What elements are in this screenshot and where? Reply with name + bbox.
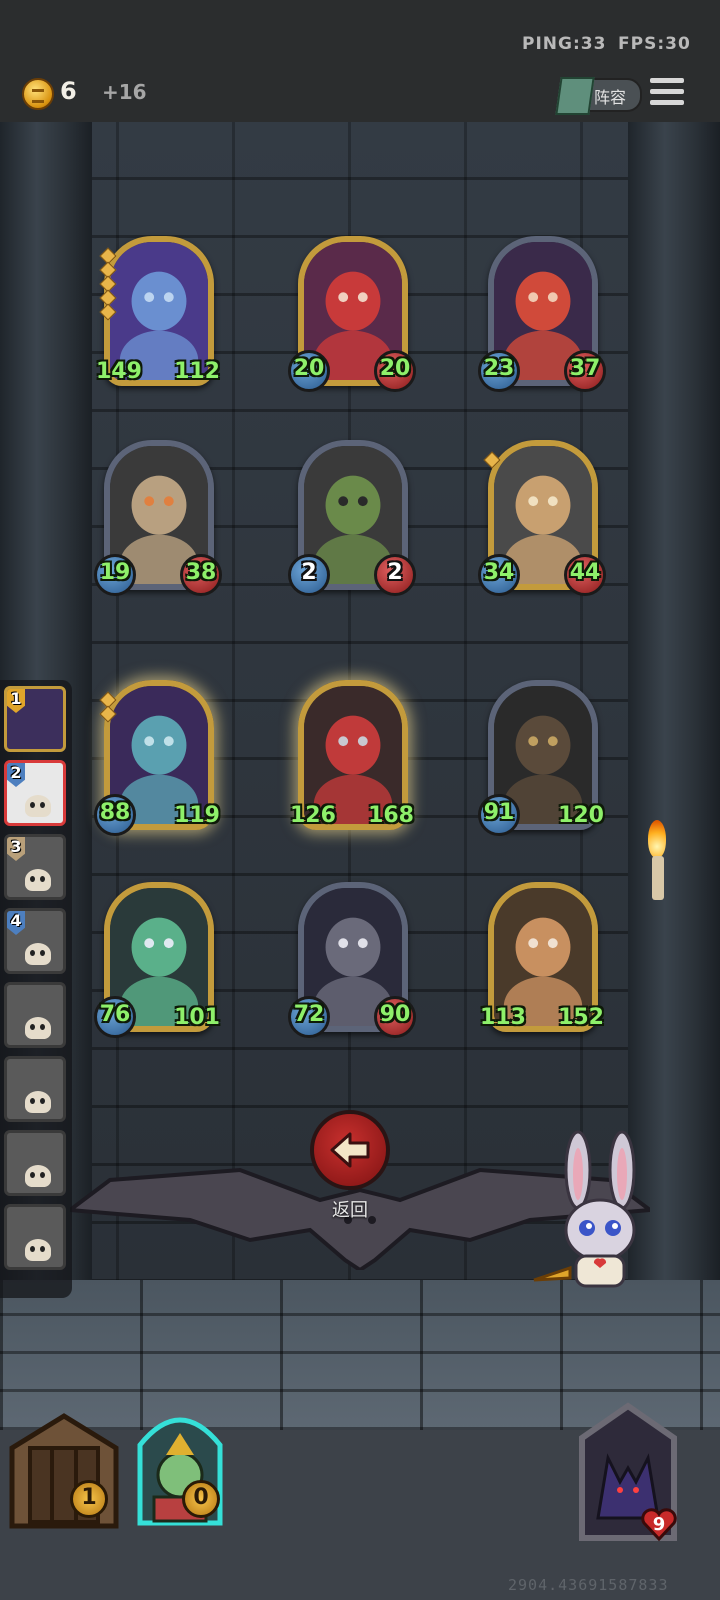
minion-card[interactable]: 19 38: [94, 440, 222, 596]
right-pillar: [628, 122, 720, 1282]
attack-stat: 113: [480, 1005, 526, 1030]
health-stat: 119: [174, 803, 220, 828]
coin-income: +16: [102, 80, 147, 104]
book-icon: [555, 77, 595, 115]
health-stat: 38: [180, 554, 222, 596]
minion-card[interactable]: 22: [288, 440, 416, 596]
return-label: 返回: [332, 1200, 368, 1221]
attack-stat: 2: [288, 554, 330, 596]
player-slot[interactable]: [4, 1056, 66, 1122]
health-stat: 168: [368, 803, 414, 828]
hero-portrait-icon[interactable]: [130, 1405, 230, 1535]
health-stat: 152: [558, 1005, 604, 1030]
skull-icon: [25, 1239, 51, 1261]
player-slot[interactable]: 3: [4, 834, 66, 900]
player-slot[interactable]: 2: [4, 760, 66, 826]
torch-icon: [642, 820, 672, 900]
health-stat: 37: [564, 350, 606, 392]
menu-bar-icon: [650, 78, 684, 83]
health-stat: 20: [374, 350, 416, 392]
coin-icon: [22, 78, 54, 110]
skull-icon: [25, 869, 51, 891]
skull-icon: [25, 1165, 51, 1187]
player-rank: 4: [7, 911, 25, 935]
tavern-tier-badge: 1: [70, 1480, 108, 1518]
health-stat: 2: [374, 554, 416, 596]
minion-card[interactable]: 23 37: [478, 236, 606, 392]
minion-card[interactable]: 20 20: [288, 236, 416, 392]
fps-readout: FPS:30: [618, 34, 691, 54]
player-rank: 1: [7, 689, 25, 713]
minion-card[interactable]: 34 44: [478, 440, 606, 596]
skull-icon: [25, 795, 51, 817]
return-button[interactable]: [310, 1110, 390, 1190]
tavern-chest-icon[interactable]: [0, 1408, 130, 1538]
player-slot[interactable]: 1: [4, 686, 66, 752]
hero-count-badge: 0: [182, 1480, 220, 1518]
player-slot[interactable]: 4: [4, 908, 66, 974]
attack-stat: 19: [94, 554, 136, 596]
health-stat: 112: [174, 359, 220, 384]
attack-stat: 76: [94, 996, 136, 1038]
player-rank: 3: [7, 837, 25, 861]
skull-icon: [25, 1091, 51, 1113]
health-stat: 44: [564, 554, 606, 596]
minion-card[interactable]: 126 168: [290, 680, 414, 836]
attack-stat: 149: [96, 359, 142, 384]
menu-bar-icon: [650, 89, 684, 94]
health-stat: 120: [558, 803, 604, 828]
attack-stat: 72: [288, 996, 330, 1038]
skull-icon: [25, 1017, 51, 1039]
health-stat: 90: [374, 996, 416, 1038]
skull-icon: [25, 943, 51, 965]
player-standings-panel: 1 2 3 4: [0, 680, 72, 1298]
attack-stat: 88: [94, 794, 136, 836]
player-slot[interactable]: [4, 1130, 66, 1196]
player-slot[interactable]: [4, 982, 66, 1048]
lineup-button[interactable]: 阵容: [555, 77, 642, 115]
player-slot[interactable]: [4, 1204, 66, 1270]
lives-count: 9: [652, 1514, 666, 1535]
attack-stat: 91: [478, 794, 520, 836]
player-rank: 2: [7, 763, 25, 787]
top-bar: PING:33 FPS:30 6 +16 阵容: [0, 0, 720, 122]
build-id: 2904.43691587833: [508, 1576, 669, 1594]
attack-stat: 34: [478, 554, 520, 596]
attack-stat: 20: [288, 350, 330, 392]
attack-stat: 126: [290, 803, 336, 828]
menu-bar-icon: [650, 100, 684, 105]
menu-button[interactable]: [650, 78, 684, 108]
minion-card[interactable]: 72 90: [288, 882, 416, 1038]
minion-card[interactable]: 91 120: [478, 680, 604, 836]
minion-card[interactable]: 149 112: [96, 236, 220, 392]
lineup-label: 阵容: [594, 88, 627, 107]
minion-card[interactable]: 113 152: [480, 882, 604, 1038]
ping-readout: PING:33: [522, 34, 607, 54]
minion-card[interactable]: 76 101: [94, 882, 220, 1038]
health-stat: 101: [174, 1005, 220, 1030]
coin-counter: 6 +16: [22, 76, 147, 110]
bunny-mascot-icon: [533, 1130, 636, 1288]
coin-amount: 6: [60, 77, 77, 105]
arrow-left-icon: [330, 1132, 370, 1168]
attack-stat: 23: [478, 350, 520, 392]
minion-card[interactable]: 88 119: [94, 680, 220, 836]
